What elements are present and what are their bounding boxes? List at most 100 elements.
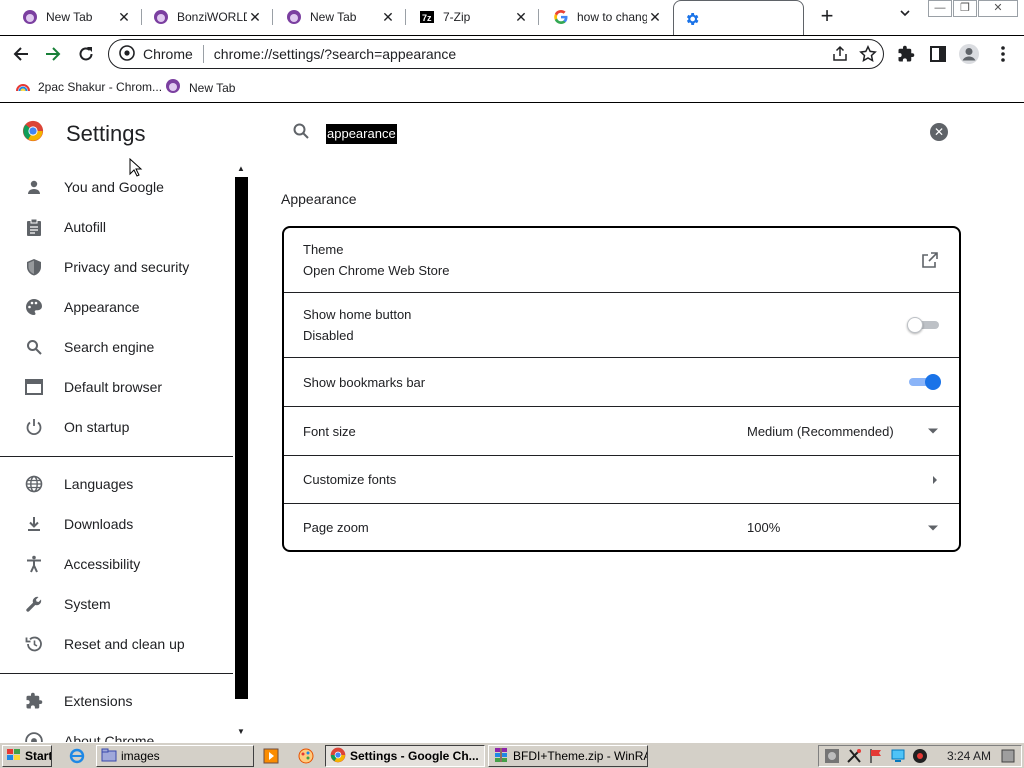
- google-favicon-icon: [553, 9, 569, 25]
- chrome-icon: [119, 44, 135, 64]
- taskbar-button-chrome[interactable]: Settings - Google Ch...: [325, 745, 485, 767]
- site-label: Chrome: [143, 46, 193, 62]
- sidebar-item-extensions[interactable]: Extensions: [0, 681, 234, 721]
- palette-icon: [24, 297, 44, 317]
- close-icon[interactable]: ✕: [647, 9, 663, 25]
- network-icon[interactable]: [889, 747, 907, 765]
- bookmark-item[interactable]: New Tab: [165, 78, 235, 97]
- tab-new-tab-2[interactable]: New Tab ✕: [264, 0, 406, 33]
- chevron-down-icon[interactable]: [893, 6, 917, 28]
- sidebar-item-autofill[interactable]: Autofill: [0, 207, 234, 247]
- media-player-icon[interactable]: [262, 747, 280, 765]
- tab-settings[interactable]: [673, 0, 804, 36]
- side-panel-icon[interactable]: [927, 43, 949, 65]
- taskbar-button-winrar[interactable]: BFDI+Theme.zip - WinRA...: [488, 745, 648, 767]
- volume-icon[interactable]: [911, 747, 929, 765]
- sidebar-item-system[interactable]: System: [0, 584, 234, 624]
- scroll-down-arrow-icon[interactable]: ▼: [236, 727, 246, 736]
- sidebar-item-privacy[interactable]: Privacy and security: [0, 247, 234, 287]
- font-size-label-group: Font size: [303, 424, 356, 439]
- theme-row[interactable]: Theme Open Chrome Web Store: [284, 228, 959, 293]
- tab-7zip[interactable]: 7z 7-Zip ✕: [397, 0, 539, 33]
- address-bar[interactable]: Chrome chrome://settings/?search=appeara…: [108, 39, 884, 69]
- restore-button[interactable]: ❐: [953, 0, 977, 17]
- paint-icon[interactable]: [297, 747, 315, 765]
- sidenav-scrollbar[interactable]: ▲ ▼: [234, 164, 248, 740]
- nav-label: Privacy and security: [64, 259, 190, 275]
- tab-title: New Tab: [310, 9, 357, 24]
- tray-tools-icon[interactable]: [845, 747, 863, 765]
- bookmark-star-icon[interactable]: [859, 45, 877, 66]
- dropdown-arrow-icon[interactable]: [927, 524, 939, 532]
- minimize-button[interactable]: —: [928, 0, 952, 17]
- close-icon[interactable]: ✕: [247, 9, 263, 25]
- url-text[interactable]: chrome://settings/?search=appearance: [214, 46, 456, 62]
- bookmark-item[interactable]: 2pac Shakur - Chrom...: [16, 78, 162, 95]
- bookmarks-bar-toggle[interactable]: [909, 374, 941, 390]
- extensions-puzzle-icon[interactable]: [895, 43, 917, 65]
- sidebar-item-you-and-google[interactable]: You and Google: [0, 167, 234, 207]
- home-button-toggle[interactable]: [907, 317, 939, 333]
- tray-app-icon[interactable]: [823, 747, 841, 765]
- bonzi-favicon-icon: [153, 9, 169, 25]
- search-input[interactable]: appearance: [326, 123, 397, 144]
- puzzle-icon: [24, 691, 44, 711]
- customize-fonts-row[interactable]: Customize fonts: [284, 456, 959, 504]
- back-button[interactable]: [8, 41, 34, 67]
- toggle-knob: [925, 374, 941, 390]
- forward-button[interactable]: [40, 41, 66, 67]
- tray-overflow-icon[interactable]: [999, 747, 1017, 765]
- home-button-row[interactable]: Show home button Disabled: [284, 293, 959, 358]
- theme-label: Theme: [303, 242, 344, 257]
- close-icon[interactable]: ✕: [380, 9, 396, 25]
- taskbar-button-images[interactable]: images: [96, 745, 254, 767]
- taskbar-clock[interactable]: 3:24 AM: [947, 749, 991, 763]
- accessibility-icon: [24, 554, 44, 574]
- open-in-new-icon[interactable]: [921, 251, 939, 269]
- tab-bonziworld[interactable]: BonziWORLD ✕: [131, 0, 273, 33]
- font-size-select[interactable]: Medium (Recommended): [747, 424, 894, 439]
- bookmarks-bar-label: Show bookmarks bar: [303, 374, 426, 390]
- windows-logo-icon: [7, 748, 21, 764]
- close-icon[interactable]: ✕: [513, 9, 529, 25]
- clear-search-icon[interactable]: ✕: [930, 123, 948, 141]
- tab-google-search[interactable]: how to chang ✕: [531, 0, 673, 33]
- home-button-toggle-wrap[interactable]: [907, 317, 939, 333]
- rainbow-favicon-icon: [16, 78, 30, 95]
- font-size-row[interactable]: Font size Medium (Recommended): [284, 407, 959, 456]
- nav-label: Downloads: [64, 516, 134, 532]
- close-icon[interactable]: ✕: [116, 9, 132, 25]
- page-zoom-select[interactable]: 100%: [747, 520, 780, 535]
- sidebar-item-search-engine[interactable]: Search engine: [0, 327, 234, 367]
- chevron-right-icon[interactable]: [931, 475, 939, 485]
- more-menu-icon[interactable]: [992, 43, 1014, 65]
- start-button[interactable]: Start: [2, 745, 52, 767]
- dropdown-arrow-icon[interactable]: [927, 427, 939, 435]
- globe-icon: [24, 474, 44, 494]
- flag-icon[interactable]: [867, 747, 885, 765]
- sidebar-item-languages[interactable]: Languages: [0, 464, 234, 504]
- settings-search[interactable]: appearance: [292, 122, 397, 145]
- bookmarks-bar-row[interactable]: Show bookmarks bar: [284, 358, 959, 407]
- sidebar-item-about-chrome[interactable]: About Chrome: [0, 721, 234, 742]
- reload-button[interactable]: [73, 41, 99, 67]
- page-zoom-row[interactable]: Page zoom 100%: [284, 504, 959, 550]
- new-tab-button[interactable]: +: [813, 4, 841, 30]
- scrollbar-thumb[interactable]: [235, 177, 248, 699]
- sidebar-item-on-startup[interactable]: On startup: [0, 407, 234, 447]
- browser-toolbar: Chrome chrome://settings/?search=appeara…: [0, 35, 1024, 72]
- sidebar-item-reset[interactable]: Reset and clean up: [0, 624, 234, 664]
- close-window-button[interactable]: ✕: [978, 0, 1018, 17]
- tab-new-tab-1[interactable]: New Tab ✕: [0, 0, 142, 33]
- nav-divider: [0, 456, 233, 457]
- sidebar-item-appearance[interactable]: Appearance: [0, 287, 234, 327]
- sidebar-item-default-browser[interactable]: Default browser: [0, 367, 234, 407]
- scroll-up-arrow-icon[interactable]: ▲: [236, 164, 246, 173]
- share-icon[interactable]: [831, 45, 849, 66]
- profile-avatar[interactable]: [958, 43, 980, 65]
- sidebar-item-accessibility[interactable]: Accessibility: [0, 544, 234, 584]
- internet-explorer-icon[interactable]: [68, 747, 86, 765]
- site-info-chip[interactable]: Chrome: [119, 44, 204, 64]
- sidebar-item-downloads[interactable]: Downloads: [0, 504, 234, 544]
- bookmarks-bar-toggle-wrap[interactable]: [909, 374, 941, 390]
